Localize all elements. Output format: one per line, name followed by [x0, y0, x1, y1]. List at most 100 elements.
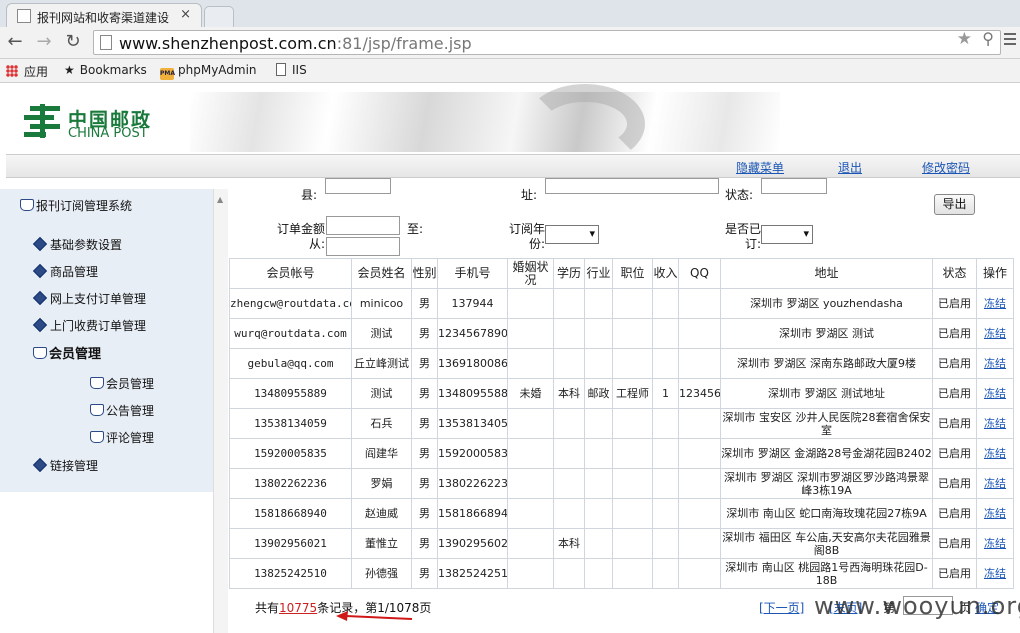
book-open-icon	[33, 347, 47, 359]
amount-to-label: 至:	[407, 222, 424, 236]
cell-status: 已启用	[932, 318, 977, 349]
cell-phone: 13538134059	[437, 408, 508, 439]
table-row: 13902956021 董惟立男 13902956021 本科 深圳市 福田区 车公庙,…	[229, 528, 1014, 559]
tab-close-icon[interactable]: ×	[180, 7, 191, 22]
amount-from-input-2[interactable]	[326, 237, 400, 256]
scroll-up-arrow-icon[interactable]: ▲	[217, 195, 223, 204]
cell-phone: 13802262236	[437, 468, 508, 499]
cell-qq	[678, 498, 721, 529]
table-row: 13480955889 测试男 13480955889 未婚 本科 邮政 工程师 1 12345…	[229, 378, 1014, 409]
chrome-menu-icon[interactable]	[1004, 33, 1016, 48]
next-page-link[interactable]: [下一页]	[759, 599, 804, 616]
browser-tab[interactable]: 报刊网站和收寄渠道建设 ×	[6, 3, 202, 27]
address-input[interactable]	[545, 178, 719, 194]
sidebar-item-products[interactable]: 商品管理	[32, 263, 98, 280]
extension-icon[interactable]: ⚲	[982, 29, 994, 48]
star-icon: ★	[64, 63, 75, 77]
cell-address: 深圳市 南山区 桃园路1号西海明珠花园D-18B	[720, 558, 933, 589]
cell-op[interactable]: 冻结	[976, 498, 1014, 529]
cell-op[interactable]: 冻结	[976, 288, 1014, 319]
col-marital: 婚姻状况	[507, 258, 554, 289]
cell-status: 已启用	[932, 468, 977, 499]
sidebar-scrollbar[interactable]: ▲	[213, 189, 228, 633]
cell-edu	[553, 558, 585, 589]
cell-name: 测试	[351, 318, 412, 349]
sidebar-item-members[interactable]: 会员管理	[33, 343, 101, 362]
cell-op[interactable]: 冻结	[976, 438, 1014, 469]
main-panel: 县: 址: 状态: 导出 订单金额从: 至: 订阅年份: 是否已订: 会员帐号 …	[229, 178, 1020, 633]
sidebar-subitem-members[interactable]: 会员管理	[90, 375, 154, 392]
col-account: 会员帐号	[229, 258, 352, 289]
amount-from-input[interactable]	[326, 216, 400, 235]
cell-address: 深圳市 罗湖区 深南东路邮政大厦9楼	[720, 348, 933, 379]
amount-label: 订单金额从:	[276, 222, 325, 251]
new-tab-button[interactable]	[204, 6, 234, 27]
cell-account: 13902956021	[229, 528, 352, 559]
bookmark-phpmyadmin[interactable]: PMA phpMyAdmin	[160, 63, 257, 80]
cell-op[interactable]: 冻结	[976, 378, 1014, 409]
sidebar-root[interactable]: 报刊订阅管理系统	[20, 197, 132, 214]
logout-link[interactable]: 退出	[838, 159, 862, 176]
bookmark-apps[interactable]: 应用	[6, 63, 48, 80]
county-label: 县:	[301, 188, 318, 202]
browser-toolbar: ← → ↻ www.shenzhenpost.com.cn:81/jsp/fra…	[0, 27, 1020, 59]
cell-qq	[678, 438, 721, 469]
cell-op[interactable]: 冻结	[976, 558, 1014, 589]
cell-op[interactable]: 冻结	[976, 528, 1014, 559]
cell-gender: 男	[411, 408, 438, 439]
cell-phone: 137944	[437, 288, 508, 319]
change-password-link[interactable]: 修改密码	[922, 159, 970, 176]
cell-industry	[584, 348, 613, 379]
tab-title: 报刊网站和收寄渠道建设	[37, 11, 170, 25]
county-select[interactable]	[325, 178, 391, 194]
diamond-icon	[32, 290, 48, 306]
cell-marital	[507, 288, 554, 319]
bookmark-iis[interactable]: IIS	[276, 63, 307, 77]
cell-industry	[584, 408, 613, 439]
cell-name: 阎建华	[351, 438, 412, 469]
sidebar-item-online-orders[interactable]: 网上支付订单管理	[32, 290, 146, 307]
bookmark-bookmarks[interactable]: ★ Bookmarks	[64, 63, 147, 77]
page-icon	[100, 35, 112, 50]
cell-qq	[678, 468, 721, 499]
export-button[interactable]: 导出	[934, 194, 975, 215]
sidebar-subitem-notices[interactable]: 公告管理	[90, 402, 154, 419]
cell-op[interactable]: 冻结	[976, 408, 1014, 439]
sidebar: 报刊订阅管理系统 基础参数设置 商品管理 网上支付订单管理 上门收费订单管理 会…	[0, 189, 213, 492]
year-select[interactable]	[545, 225, 599, 244]
cell-status: 已启用	[932, 528, 977, 559]
col-education: 学历	[553, 258, 585, 289]
cell-marital: 未婚	[507, 378, 554, 409]
reload-icon[interactable]: ↻	[62, 31, 84, 53]
hide-menu-link[interactable]: 隐藏菜单	[736, 159, 784, 176]
sidebar-item-basic-params[interactable]: 基础参数设置	[32, 236, 122, 253]
paid-select[interactable]	[761, 225, 813, 244]
cell-marital	[507, 318, 554, 349]
member-table: 会员帐号 会员姓名 性别 手机号 婚姻状况 学历 行业 职位 收入 QQ 地址 …	[229, 258, 1014, 589]
address-bar[interactable]: www.shenzhenpost.com.cn:81/jsp/frame.jsp	[93, 30, 1001, 55]
cell-gender: 男	[411, 558, 438, 589]
cell-position	[612, 408, 653, 439]
cell-income	[652, 318, 679, 349]
cell-op[interactable]: 冻结	[976, 318, 1014, 349]
cell-industry	[584, 288, 613, 319]
cell-status: 已启用	[932, 558, 977, 589]
back-arrow-icon[interactable]: ←	[4, 31, 26, 53]
record-count-number[interactable]: 10775	[279, 601, 317, 615]
forward-arrow-icon[interactable]: →	[33, 31, 55, 53]
diamond-icon	[32, 317, 48, 333]
browser-tabstrip: 报刊网站和收寄渠道建设 ×	[0, 0, 1020, 27]
sidebar-item-links[interactable]: 链接管理	[32, 457, 98, 474]
table-row: zhengcw@routdata.com minicoo 男 137944 深圳市 罗湖…	[229, 288, 1014, 319]
cell-op[interactable]: 冻结	[976, 348, 1014, 379]
sidebar-item-door-orders[interactable]: 上门收费订单管理	[32, 317, 146, 334]
cell-income	[652, 438, 679, 469]
status-select[interactable]	[761, 178, 827, 194]
cell-account: 13480955889	[229, 378, 352, 409]
cell-op[interactable]: 冻结	[976, 468, 1014, 499]
table-row: 13802262236 罗娟男 13802262236 深圳市 罗湖区 深圳市罗湖区罗…	[229, 468, 1014, 499]
bookmark-star-icon[interactable]: ★	[957, 29, 972, 49]
sidebar-subitem-comments[interactable]: 评论管理	[90, 429, 154, 446]
cell-marital	[507, 348, 554, 379]
cell-name: 石兵	[351, 408, 412, 439]
